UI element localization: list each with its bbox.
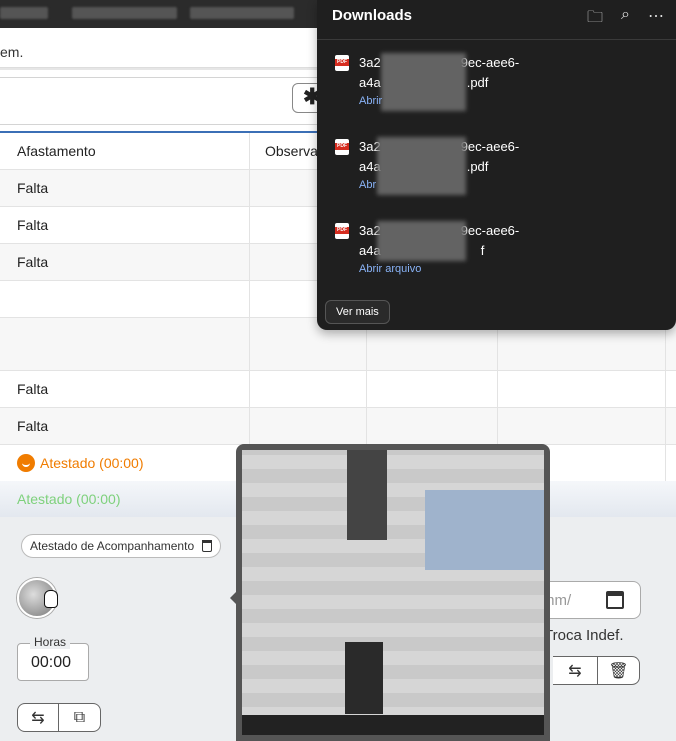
date-input[interactable]: mm/ bbox=[540, 581, 641, 619]
sad-face-icon bbox=[17, 454, 35, 472]
folder-icon[interactable]: 🗀 bbox=[587, 6, 603, 33]
downloads-title: Downloads bbox=[332, 7, 413, 24]
blurred-tab[interactable] bbox=[72, 7, 177, 19]
selected-row-label: Atestado (00:00) bbox=[17, 491, 121, 507]
open-file-link[interactable]: Abr bbox=[359, 179, 376, 191]
downloads-panel: Downloads 🗀 ⌕ ⋯ 3a29ec-aee6- a4a.pdf Abr… bbox=[317, 0, 676, 330]
divider bbox=[317, 39, 676, 40]
right-action-group: ⇆ 🗑 bbox=[553, 656, 640, 685]
delete-icon[interactable]: 🗑 bbox=[598, 657, 639, 684]
pdf-file-icon bbox=[335, 139, 349, 155]
hours-label: Horas bbox=[30, 635, 71, 649]
table-row[interactable]: Falta bbox=[0, 408, 676, 445]
table-cell bbox=[0, 281, 250, 317]
image-preview-popup bbox=[236, 444, 550, 741]
more-icon[interactable]: ⋯ bbox=[648, 6, 664, 33]
address-text: em. bbox=[0, 44, 24, 60]
attachment-chip[interactable]: Atestado de Acompanhamento bbox=[21, 534, 222, 558]
file-name-part: 9ec-aee6- bbox=[460, 55, 520, 70]
download-item[interactable]: 3a29ec-aee6- a4a.pdf Abr bbox=[335, 137, 665, 199]
calendar-icon[interactable] bbox=[606, 591, 624, 609]
troca-label: Troca Indef. bbox=[544, 627, 624, 644]
address-strip: em. bbox=[0, 36, 330, 68]
pdf-file-icon bbox=[335, 223, 349, 239]
open-file-link[interactable]: Abrir arquivo bbox=[359, 263, 421, 275]
search-box[interactable] bbox=[0, 77, 332, 125]
open-external-icon[interactable]: ⧉ bbox=[59, 704, 100, 731]
table-cell: Falta bbox=[0, 244, 250, 280]
file-name-part: .pdf bbox=[466, 159, 489, 174]
table-cell: Falta bbox=[0, 170, 250, 206]
file-name-part: 9ec-aee6- bbox=[460, 223, 520, 238]
file-name-part: a4a bbox=[359, 75, 381, 90]
table-cell: Falta bbox=[0, 371, 250, 407]
download-item[interactable]: 3a2 9ec-aee6- a4a .pdf Abrir bbox=[335, 53, 665, 115]
blurred-tab[interactable] bbox=[190, 7, 294, 19]
file-name-part: .pdf bbox=[466, 75, 489, 90]
table-cell bbox=[0, 318, 250, 370]
chip-label: Atestado de Acompanhamento bbox=[30, 539, 195, 553]
search-icon[interactable]: ⌕ bbox=[621, 6, 630, 33]
table-cell: Falta bbox=[0, 207, 250, 243]
swap-icon[interactable]: ⇆ bbox=[18, 704, 59, 731]
pdf-file-icon bbox=[335, 55, 349, 71]
left-action-group: ⇆ ⧉ bbox=[17, 703, 101, 732]
swap-icon[interactable]: ⇆ bbox=[553, 657, 598, 684]
download-item[interactable]: 3a29ec-aee6- a4af Abrir arquivo bbox=[335, 221, 665, 283]
hours-value: 00:00 bbox=[31, 654, 72, 671]
blurred-tab[interactable] bbox=[0, 7, 48, 19]
file-name-part: 9ec-aee6- bbox=[460, 139, 520, 154]
hours-field[interactable]: Horas 00:00 bbox=[17, 635, 89, 681]
document-photo bbox=[242, 450, 544, 735]
file-name-part: f bbox=[480, 243, 485, 258]
table-row[interactable]: Falta bbox=[0, 371, 676, 408]
file-name-part: 3a2 bbox=[359, 55, 381, 70]
trash-icon[interactable] bbox=[202, 540, 213, 552]
column-header-afastamento[interactable]: Afastamento bbox=[0, 133, 250, 169]
open-file-link[interactable]: Abrir bbox=[359, 95, 382, 107]
hand-cursor-icon bbox=[44, 590, 58, 608]
see-more-button[interactable]: Ver mais bbox=[325, 300, 390, 324]
atestado-status-text: Atestado (00:00) bbox=[40, 455, 144, 471]
table-cell: Atestado (00:00) bbox=[0, 445, 250, 481]
table-cell: Falta bbox=[0, 408, 250, 444]
